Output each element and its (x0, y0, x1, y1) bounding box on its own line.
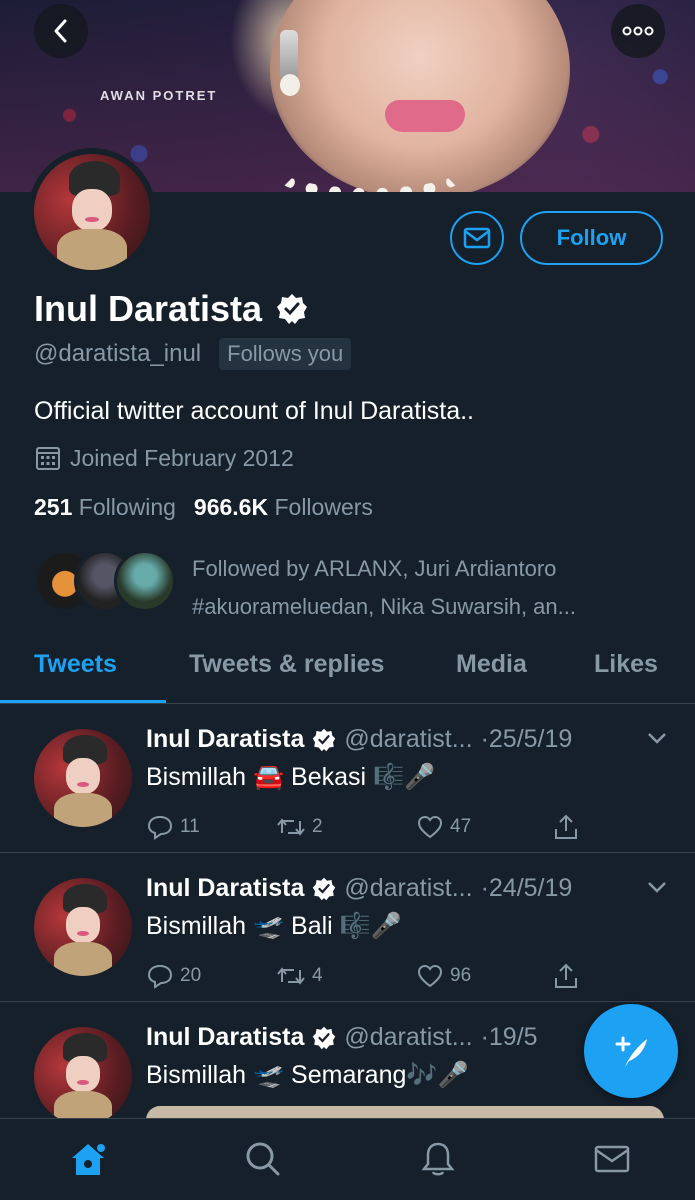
share-button[interactable] (552, 813, 580, 841)
search-icon (246, 1142, 280, 1176)
tweet-handle: @daratist... (344, 725, 473, 753)
nav-home[interactable] (68, 1139, 108, 1179)
tweet-author-name: Inul Daratista (146, 874, 305, 902)
bell-icon (421, 1142, 455, 1176)
like-button[interactable]: 96 (416, 962, 552, 990)
reply-icon (147, 815, 173, 840)
verified-badge-icon (313, 1026, 336, 1049)
reply-button[interactable]: 11 (146, 813, 276, 841)
joined-date-row: Joined February 2012 (34, 444, 294, 472)
earring (280, 30, 300, 96)
profile-bio: Official twitter account of Inul Daratis… (34, 397, 475, 425)
tweet-author-name: Inul Daratista (146, 1023, 305, 1051)
verified-badge-icon (313, 728, 336, 751)
tab-tweets-replies[interactable]: Tweets & replies (189, 650, 384, 679)
followers-link[interactable]: 966.6K Followers (194, 494, 373, 521)
tweet-handle: @daratist... (344, 1023, 473, 1051)
tweet-avatar[interactable] (34, 878, 132, 976)
tweet-text: Bismillah 🛫 Semarang🎶🎤 (146, 1061, 469, 1089)
followers-label: Followers (274, 494, 373, 520)
profile-avatar[interactable] (28, 148, 156, 276)
mail-icon (463, 227, 491, 249)
tweet-date: ·25/5/19 (480, 725, 573, 753)
message-button[interactable] (450, 211, 504, 265)
chevron-down-icon[interactable] (646, 731, 668, 745)
verified-badge-icon (313, 877, 336, 900)
compose-tweet-icon (615, 1036, 647, 1067)
reply-count: 20 (180, 965, 202, 986)
back-button[interactable] (34, 4, 88, 58)
reply-count: 11 (180, 816, 200, 837)
retweet-icon (277, 967, 305, 985)
profile-name: Inul Daratista (34, 288, 263, 329)
tab-tweets[interactable]: Tweets (34, 650, 117, 679)
profile-handle: @daratista_inul (34, 340, 202, 367)
heart-icon (417, 815, 443, 839)
retweet-button[interactable]: 4 (276, 962, 416, 990)
tweet-avatar[interactable] (34, 1027, 132, 1125)
mail-icon (594, 1145, 630, 1173)
retweet-count: 2 (312, 816, 323, 837)
followed-by-line-2: #akuorameluedan, Nika Suwarsih, an... (192, 594, 576, 619)
retweet-icon (277, 818, 305, 836)
joined-date: Joined February 2012 (70, 444, 294, 471)
share-icon (555, 814, 577, 839)
nav-notifications[interactable] (418, 1139, 458, 1179)
tweet-text: Bismillah 🚘 Bekasi 🎼🎤 (146, 763, 436, 791)
compose-tweet-button[interactable] (584, 1004, 678, 1098)
nav-search[interactable] (243, 1139, 283, 1179)
share-icon (555, 963, 577, 988)
like-count: 96 (450, 965, 472, 986)
share-button[interactable] (552, 962, 580, 990)
profile-tabs: Tweets Tweets & replies Media Likes (0, 640, 695, 704)
tweet-date: ·19/5 (480, 1023, 538, 1051)
tweet[interactable]: Inul Daratista @daratist... ·24/5/19 Bis… (0, 854, 695, 1002)
more-icon (622, 26, 654, 36)
followed-by-row[interactable]: Followed by ARLANX, Juri Ardiantoro #aku… (34, 550, 576, 619)
following-count: 251 (34, 494, 73, 520)
follows-you-badge: Follows you (219, 338, 352, 370)
reply-button[interactable]: 20 (146, 962, 276, 990)
profile-name-row: Inul Daratista (34, 288, 308, 330)
tweet-text: Bismillah 🛫 Bali 🎼🎤 (146, 912, 402, 940)
handle-row: @daratista_inul Follows you (34, 338, 352, 370)
home-icon (72, 1144, 105, 1175)
tweet-author-name: Inul Daratista (146, 725, 305, 753)
follow-button[interactable]: Follow (520, 211, 663, 265)
follow-stats: 251 Following 966.6K Followers (34, 494, 373, 521)
like-count: 47 (450, 816, 472, 837)
followed-by-text: Followed by ARLANX, Juri Ardiantoro #aku… (192, 550, 672, 626)
more-options-button[interactable] (611, 4, 665, 58)
like-button[interactable]: 47 (416, 813, 552, 841)
retweet-button[interactable]: 2 (276, 813, 416, 841)
following-label: Following (78, 494, 176, 520)
verified-badge-icon (277, 294, 308, 324)
chevron-down-icon[interactable] (646, 880, 668, 894)
retweet-count: 4 (312, 965, 323, 986)
heart-icon (417, 964, 443, 988)
follower-avatar (114, 550, 176, 612)
tweet-date: ·24/5/19 (480, 874, 573, 902)
chevron-left-icon (54, 19, 67, 43)
calendar-icon (36, 447, 60, 470)
tweet-avatar[interactable] (34, 729, 132, 827)
nav-messages[interactable] (592, 1139, 632, 1179)
bottom-navigation (0, 1118, 695, 1200)
followed-by-line-1: Followed by ARLANX, Juri Ardiantoro (192, 556, 557, 581)
followers-count: 966.6K (193, 494, 269, 520)
tweet-handle: @daratist... (344, 874, 473, 902)
reply-icon (147, 964, 173, 989)
banner-watermark: AWAN POTRET (100, 88, 218, 103)
tab-likes[interactable]: Likes (594, 650, 658, 679)
following-link[interactable]: 251 Following (34, 494, 176, 521)
tab-media[interactable]: Media (456, 650, 527, 679)
tweet[interactable]: Inul Daratista @daratist... ·25/5/19 Bis… (0, 705, 695, 853)
active-tab-indicator (0, 700, 166, 703)
